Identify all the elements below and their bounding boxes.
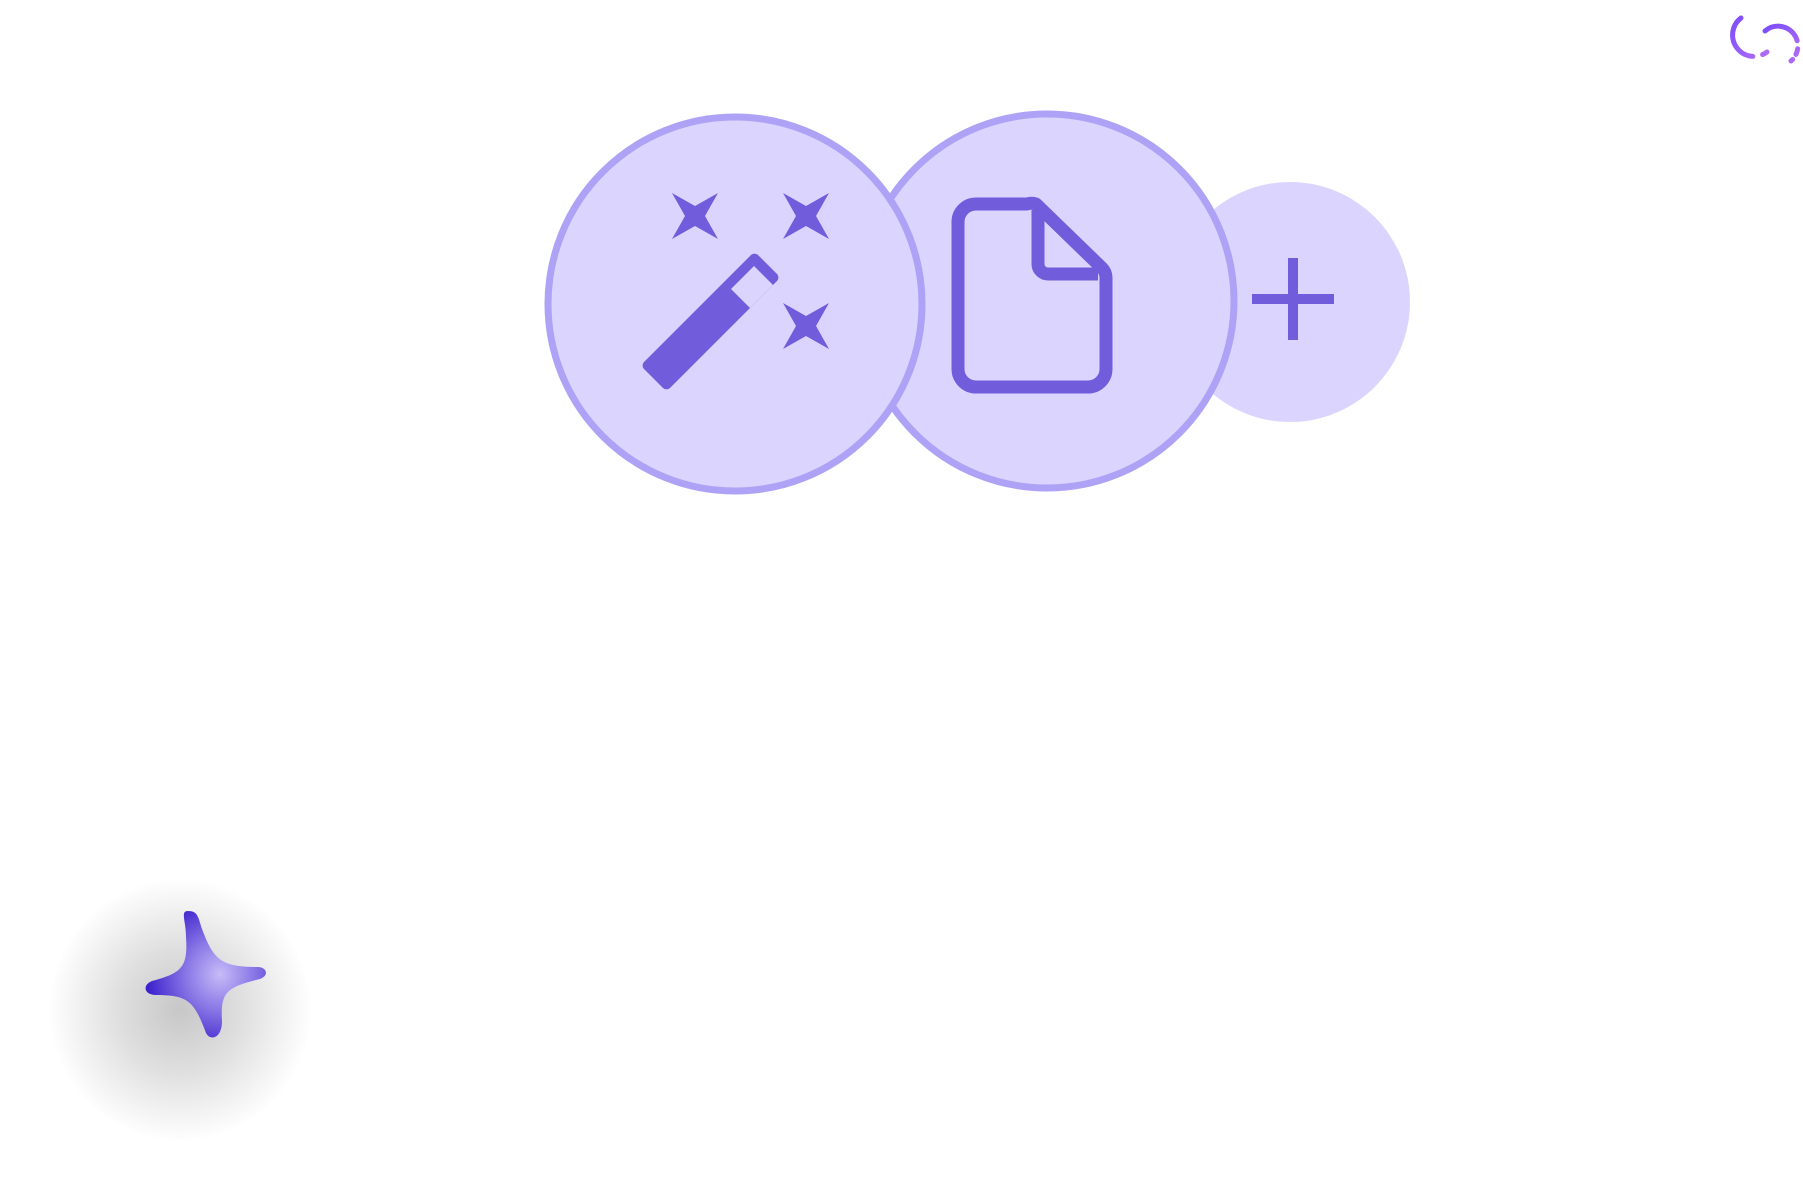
assistant-button[interactable]: [20, 850, 340, 1170]
sparkle-icon: [110, 905, 270, 1065]
magic-button[interactable]: [544, 113, 926, 495]
canvas: [0, 0, 1803, 1179]
action-circles: [540, 108, 1420, 498]
loading-spinner-icon: [1719, 15, 1803, 67]
